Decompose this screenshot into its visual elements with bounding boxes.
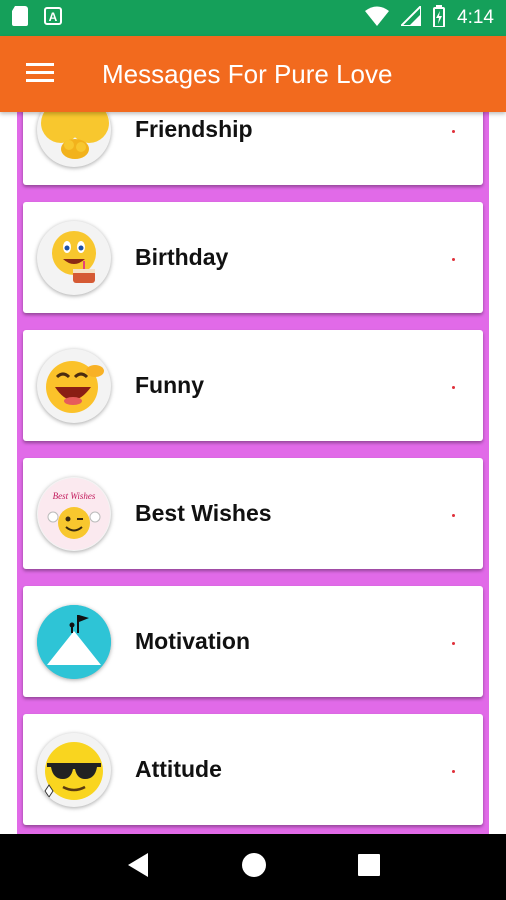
svg-text:A: A: [49, 10, 58, 24]
indicator-dot: [452, 257, 455, 261]
indicator-dot: [452, 769, 455, 773]
status-bar: A 4:14: [0, 0, 506, 36]
category-label: Attitude: [135, 756, 222, 782]
battery-icon: [433, 4, 446, 32]
indicator-dot: [452, 129, 455, 133]
list-panel: Friendship Birthday Funny Best Wishes Be…: [17, 112, 489, 834]
status-time: 4:14: [457, 7, 494, 28]
category-label: Best Wishes: [135, 500, 272, 526]
funny-emoji-icon: [37, 348, 111, 423]
category-label: Motivation: [135, 628, 250, 654]
attitude-sunglasses-emoji-icon: [37, 732, 111, 807]
indicator-dot: [452, 385, 455, 389]
system-nav-bar: [0, 834, 506, 900]
category-card-birthday[interactable]: Birthday: [23, 202, 483, 313]
hamburger-menu-icon: [26, 61, 54, 88]
category-label: Friendship: [135, 116, 253, 142]
friendship-emoji-icon: [37, 112, 111, 167]
home-icon[interactable]: [241, 852, 267, 883]
a-notification-icon: A: [44, 6, 62, 30]
sd-card-icon: [12, 5, 28, 31]
recents-icon[interactable]: [358, 853, 381, 881]
indicator-dot: [452, 513, 455, 517]
category-card-best-wishes[interactable]: Best Wishes Best Wishes: [23, 458, 483, 569]
category-list[interactable]: Friendship Birthday Funny Best Wishes Be…: [0, 112, 506, 834]
best-wishes-emoji-icon: Best Wishes: [37, 476, 111, 551]
category-card-motivation[interactable]: Motivation: [23, 586, 483, 697]
category-label: Funny: [135, 372, 204, 398]
best-wishes-icon-text: Best Wishes: [53, 491, 96, 501]
category-card-attitude[interactable]: Attitude: [23, 714, 483, 825]
signal-icon: [398, 3, 423, 31]
back-icon[interactable]: [126, 852, 150, 883]
category-label: Birthday: [135, 244, 229, 270]
indicator-dot: [452, 641, 455, 645]
wifi-icon: [365, 6, 390, 31]
menu-button[interactable]: [0, 36, 80, 112]
app-title: Messages For Pure Love: [102, 58, 393, 89]
birthday-emoji-icon: [37, 220, 111, 295]
motivation-mountain-icon: [37, 604, 111, 679]
app-bar: Messages For Pure Love: [0, 36, 506, 112]
category-card-funny[interactable]: Funny: [23, 330, 483, 441]
category-card-friendship[interactable]: Friendship: [23, 112, 483, 185]
